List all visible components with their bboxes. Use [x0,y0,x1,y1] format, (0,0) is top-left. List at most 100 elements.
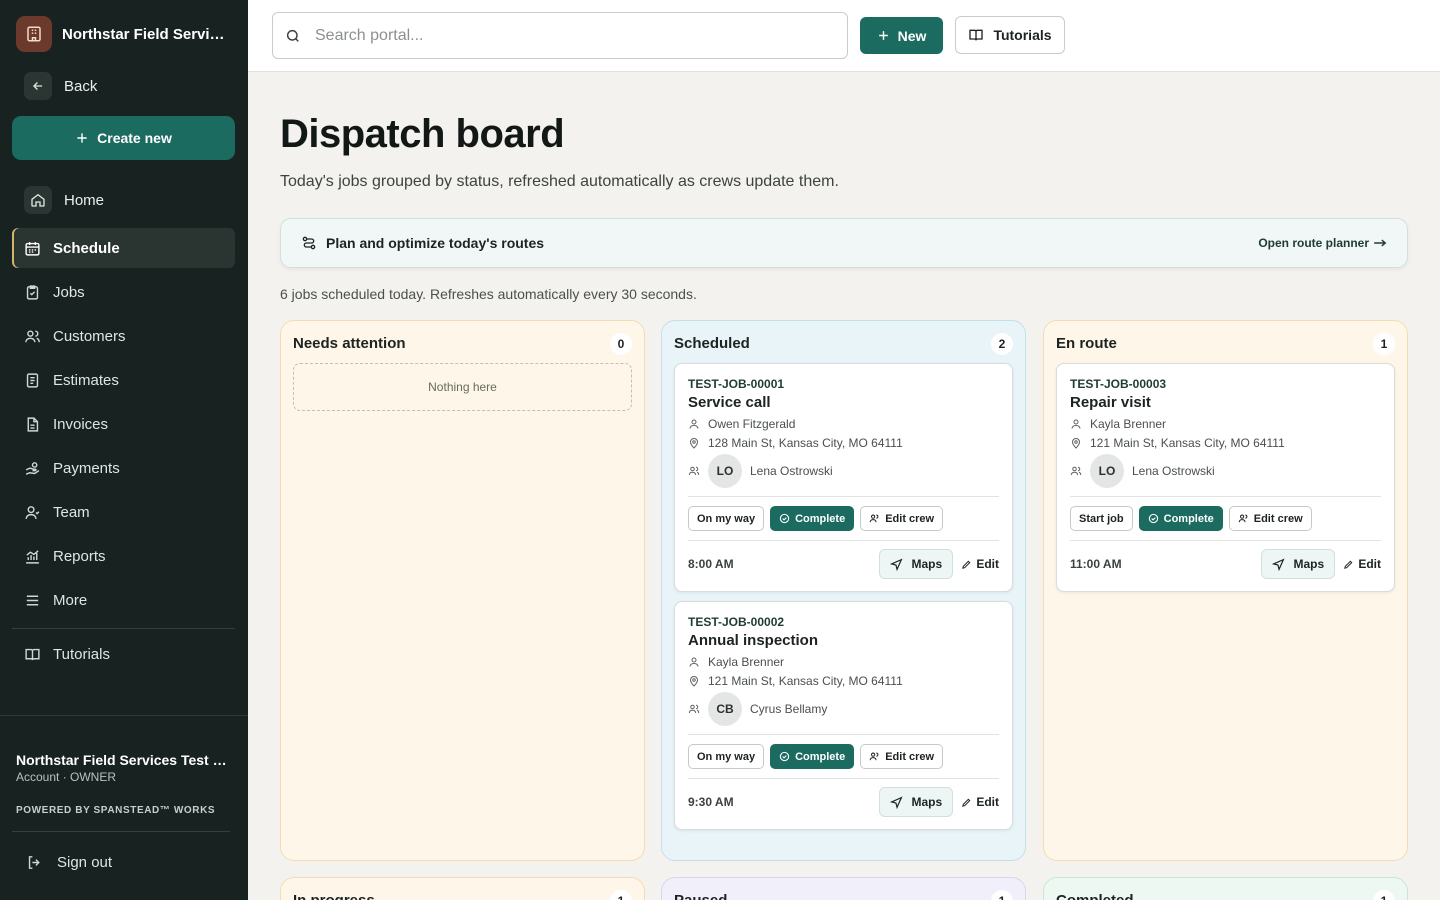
card-footer: 11:00 AM Maps Edit [1070,549,1381,579]
pencil-icon [1343,559,1354,570]
job-card[interactable]: TEST-JOB-00001 Service call Owen Fitzger… [674,363,1013,592]
customer-row: Kayla Brenner [688,655,999,669]
column-count: 1 [1373,889,1395,900]
sidebar-item-reports[interactable]: Reports [12,536,235,576]
search-input[interactable] [315,26,815,45]
sidebar-item-label: Schedule [53,239,120,257]
on-my-way-button[interactable]: On my way [688,744,765,769]
sidebar-item-tutorials[interactable]: Tutorials [24,646,110,663]
crew-name: Lena Ostrowski [750,464,833,478]
maps-button[interactable]: Maps [879,549,954,579]
column-title: Completed [1056,892,1134,900]
arrow-left-icon [24,72,52,100]
brand[interactable]: Northstar Field Services Test Org [16,16,240,52]
sidebar-item-schedule[interactable]: Schedule [12,228,235,268]
maps-button[interactable]: Maps [879,787,954,817]
route-icon [301,235,317,251]
create-new-label: Create new [97,130,172,146]
book-icon [24,646,41,663]
sidebar-item-label: Invoices [53,415,109,433]
sidebar-item-home[interactable]: Home [24,186,104,214]
column-count: 1 [991,889,1013,900]
sidebar-item-more[interactable]: More [12,580,235,620]
sign-out-label: Sign out [57,854,113,871]
card-divider [688,778,999,779]
edit-crew-button[interactable]: Edit crew [860,506,944,531]
chart-icon [24,548,41,565]
column-title: Paused [674,892,727,900]
start-job-button[interactable]: Start job [1070,506,1133,531]
pencil-icon [961,797,972,808]
topbar: New Tutorials [248,0,1440,72]
address-row: 121 Main St, Kansas City, MO 64111 [1070,436,1381,450]
navigation-icon [890,557,904,571]
edit-job-button[interactable]: Edit [1343,557,1381,571]
back-link[interactable]: Back [24,72,97,100]
sign-out-link[interactable]: Sign out [26,854,112,871]
empty-state: Nothing here [293,363,632,411]
job-time: 9:30 AM [688,795,734,809]
search-box[interactable] [272,12,848,59]
column-count: 1 [610,889,632,900]
sidebar-item-label: Estimates [53,371,119,389]
sidebar-item-jobs[interactable]: Jobs [12,272,235,312]
edit-crew-button[interactable]: Edit crew [860,744,944,769]
edit-crew-button[interactable]: Edit crew [1228,506,1312,531]
sidebar-item-estimates[interactable]: Estimates [12,360,235,400]
sidebar: Northstar Field Services Test Org Back C… [0,0,248,900]
open-route-planner-link[interactable]: Open route planner [1258,236,1387,250]
customer-row: Kayla Brenner [1070,417,1381,431]
sidebar-item-customers[interactable]: Customers [12,316,235,356]
account-name: Northstar Field Services Test Org [16,752,236,768]
sidebar-item-invoices[interactable]: Invoices [12,404,235,444]
on-my-way-button[interactable]: On my way [688,506,765,531]
complete-label: Complete [1163,512,1214,525]
complete-button[interactable]: Complete [770,744,855,769]
avatar: CB [708,692,742,726]
edit-job-button[interactable]: Edit [961,557,999,571]
create-new-button[interactable]: Create new [12,116,235,160]
complete-button[interactable]: Complete [1138,506,1223,531]
maps-button[interactable]: Maps [1261,549,1336,579]
edit-job-button[interactable]: Edit [961,795,999,809]
users-icon [869,751,880,762]
crew-row: CB Cyrus Bellamy [688,692,999,726]
job-id: TEST-JOB-00002 [688,615,785,629]
logout-icon [26,854,43,871]
users-icon [1238,513,1249,524]
edit-crew-label: Edit crew [1253,512,1303,525]
sidebar-item-label: Customers [53,327,126,345]
sidebar-item-team[interactable]: Team [12,492,235,532]
page-title: Dispatch board [280,112,565,156]
sidebar-nav: Schedule Jobs Customers Estimates Invoic… [12,228,235,624]
complete-button[interactable]: Complete [770,506,855,531]
sidebar-item-label: Team [53,503,90,521]
column-in-progress: In progress 1 [280,877,645,900]
edit-label: Edit [976,795,999,809]
clipboard-icon [24,284,41,301]
card-actions: Start job Complete Edit crew [1070,506,1381,531]
pencil-icon [961,559,972,570]
job-card[interactable]: TEST-JOB-00002 Annual inspection Kayla B… [674,601,1013,830]
tutorials-label: Tutorials [53,646,110,663]
tutorials-button[interactable]: Tutorials [955,16,1065,54]
column-needs-attention: Needs attention 0 Nothing here [280,320,645,861]
column-paused: Paused 1 [661,877,1026,900]
sidebar-divider [12,628,235,629]
plus-icon [75,131,89,145]
book-icon [968,27,984,43]
job-id: TEST-JOB-00001 [688,377,785,391]
sidebar-item-payments[interactable]: Payments [12,448,235,488]
document-list-icon [24,372,41,389]
new-button[interactable]: New [860,17,943,54]
plus-icon [877,29,890,42]
address: 121 Main St, Kansas City, MO 64111 [708,674,903,688]
sidebar-item-label: Jobs [53,283,85,301]
hand-coins-icon [24,460,41,477]
job-card[interactable]: TEST-JOB-00003 Repair visit Kayla Brenne… [1056,363,1395,592]
complete-label: Complete [795,512,846,525]
card-footer: 8:00 AM Maps Edit [688,549,999,579]
page-subtitle: Today's jobs grouped by status, refreshe… [280,173,839,190]
sidebar-item-label: Payments [53,459,120,477]
crew-row: LO Lena Ostrowski [688,454,999,488]
